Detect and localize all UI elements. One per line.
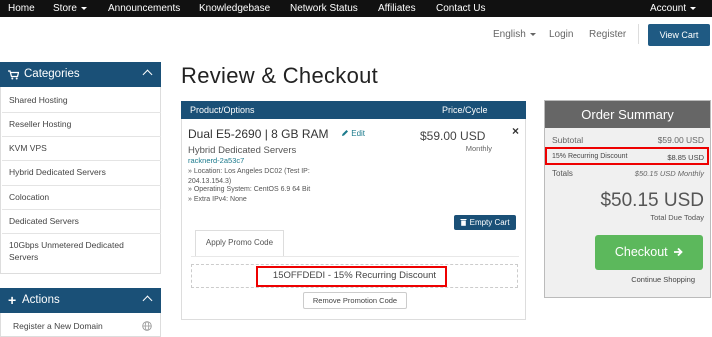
actions-panel-header[interactable]: + Actions — [0, 288, 161, 313]
chevron-up-icon — [142, 69, 153, 80]
sidebar-item-10gbps-dedicated[interactable]: 10Gbps Unmetered Dedicated Servers — [9, 239, 139, 263]
product-name: Dual E5-2690 | 8 GB RAM — [188, 127, 329, 141]
categories-list: Shared Hosting Reseller Hosting KVM VPS … — [0, 87, 161, 274]
chevron-up-icon — [142, 295, 153, 306]
col-price-cycle: Price/Cycle — [442, 105, 488, 115]
plus-icon: + — [8, 292, 17, 308]
divider — [2, 185, 161, 186]
nav-store-label: Store — [53, 3, 77, 14]
view-cart-button[interactable]: View Cart — [648, 24, 710, 46]
nav-affiliates[interactable]: Affiliates — [378, 0, 416, 17]
sidebar-item-reseller-hosting[interactable]: Reseller Hosting — [9, 118, 154, 130]
language-selector[interactable]: English — [493, 29, 536, 40]
remove-promo-button[interactable]: Remove Promotion Code — [303, 292, 407, 309]
sidebar-item-kvm-vps[interactable]: KVM VPS — [9, 142, 154, 154]
actions-title: Actions — [22, 294, 60, 306]
total-due-amount: $50.15 USD — [600, 190, 704, 211]
header-divider — [638, 24, 639, 44]
order-summary-title: Order Summary — [545, 101, 710, 128]
order-summary: Order Summary Subtotal $59.00 USD 15% Re… — [544, 100, 711, 298]
chevron-down-icon — [80, 6, 87, 10]
remove-item-button[interactable]: × — [512, 124, 519, 138]
totals-label: Totals — [552, 169, 573, 178]
pencil-icon — [342, 130, 348, 136]
cart-icon — [8, 70, 19, 80]
checkout-label: Checkout — [614, 245, 668, 259]
login-link[interactable]: Login — [549, 29, 573, 40]
sidebar-item-register-domain[interactable]: Register a New Domain — [13, 320, 158, 332]
edit-label: Edit — [351, 129, 366, 138]
categories-title: Categories — [24, 68, 80, 80]
product-price: $59.00 USD — [420, 129, 486, 143]
divider — [2, 233, 161, 234]
continue-shopping-link[interactable]: Continue Shopping — [631, 275, 695, 284]
sidebar-item-colocation[interactable]: Colocation — [9, 191, 154, 203]
hostname: racknerd-2a53c7 — [188, 156, 245, 165]
cart-item: Dual E5-2690 | 8 GB RAM Edit Hybrid Dedi… — [181, 119, 526, 320]
nav-account[interactable]: Account — [650, 0, 697, 17]
product-cycle: Monthly — [465, 144, 492, 153]
option-extra-ipv4: » Extra IPv4: None — [188, 196, 247, 203]
chevron-down-icon — [690, 6, 697, 10]
categories-panel-header[interactable]: Categories — [0, 62, 161, 87]
cart-table-header: Product/Options Price/Cycle — [181, 101, 526, 119]
trash-icon — [460, 219, 467, 226]
product-group: Hybrid Dedicated Servers — [188, 145, 297, 156]
top-nav: Home Store Announcements Knowledgebase N… — [0, 0, 712, 17]
nav-store[interactable]: Store — [53, 0, 87, 17]
register-link[interactable]: Register — [589, 29, 626, 40]
divider — [2, 160, 161, 161]
empty-cart-button[interactable]: Empty Cart — [454, 215, 516, 230]
nav-knowledgebase[interactable]: Knowledgebase — [199, 0, 270, 17]
sidebar-item-hybrid-dedicated[interactable]: Hybrid Dedicated Servers — [9, 166, 154, 178]
nav-contact-us[interactable]: Contact Us — [436, 0, 485, 17]
nav-network-status[interactable]: Network Status — [290, 0, 358, 17]
subtotal-value: $59.00 USD — [657, 135, 704, 145]
arrow-right-icon — [674, 247, 683, 257]
edit-link[interactable]: Edit — [341, 129, 365, 138]
language-label: English — [493, 29, 526, 40]
tab-apply-promo-code[interactable]: Apply Promo Code — [195, 230, 284, 256]
chevron-down-icon — [529, 32, 536, 36]
subtotal-label: Subtotal — [552, 135, 584, 145]
divider — [2, 209, 161, 210]
globe-icon — [142, 321, 152, 331]
col-product-options: Product/Options — [190, 105, 255, 115]
nav-announcements[interactable]: Announcements — [108, 0, 180, 17]
sidebar-item-dedicated-servers[interactable]: Dedicated Servers — [9, 215, 154, 227]
empty-cart-label: Empty Cart — [469, 218, 510, 227]
totals-value: $50.15 USD Monthly — [634, 169, 704, 178]
option-os: » Operating System: CentOS 6.9 64 Bit — [188, 186, 311, 193]
nav-home[interactable]: Home — [8, 0, 35, 17]
option-location: » Location: Los Angeles DC02 (Test IP: 2… — [188, 168, 310, 185]
discount-highlight-box — [545, 147, 709, 165]
total-due-label: Total Due Today — [650, 213, 704, 222]
divider — [2, 136, 161, 137]
page-title: Review & Checkout — [181, 63, 379, 88]
sidebar-item-shared-hosting[interactable]: Shared Hosting — [9, 94, 154, 106]
checkout-button[interactable]: Checkout — [595, 235, 703, 270]
nav-account-label: Account — [650, 3, 687, 14]
tab-divider — [191, 256, 519, 257]
actions-list: Register a New Domain — [0, 313, 161, 337]
promo-highlight-box — [256, 266, 447, 287]
divider — [2, 112, 161, 113]
